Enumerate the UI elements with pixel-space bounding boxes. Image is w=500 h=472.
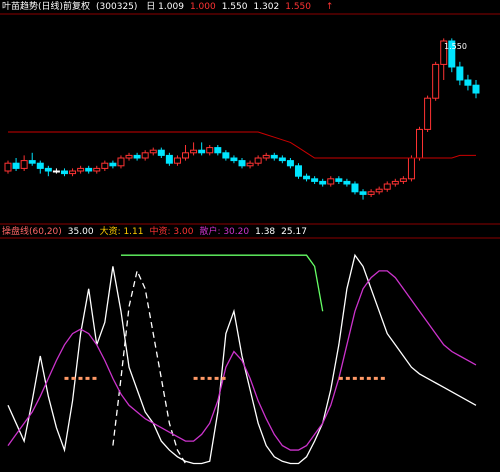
candle-body xyxy=(101,162,109,169)
candle-body xyxy=(12,162,20,169)
moving-average-line xyxy=(8,131,476,159)
candle-body xyxy=(416,128,424,159)
candle-body xyxy=(85,167,93,172)
candle-body xyxy=(254,157,262,164)
candle-body xyxy=(472,84,480,94)
candle-body xyxy=(238,160,246,167)
candle-body xyxy=(375,188,383,193)
candle-body xyxy=(190,149,198,154)
candle-body xyxy=(311,178,319,182)
candle-body xyxy=(52,170,60,173)
chart-window: 叶苗趋势(日线)前复权 (300325) 日 1.009 1.000 1.550 1.3… xyxy=(0,0,500,472)
candle-body xyxy=(198,149,206,154)
candle-body xyxy=(173,157,181,164)
candle-body xyxy=(4,162,12,172)
candle-body xyxy=(222,152,230,159)
candle-body xyxy=(69,170,77,175)
candle-body xyxy=(303,175,311,180)
candle-body xyxy=(286,160,294,167)
candle-body xyxy=(391,180,399,185)
candle-body xyxy=(149,149,157,154)
stock-chart: 1.550 xyxy=(0,13,500,465)
candle-body xyxy=(93,167,101,172)
candle-body xyxy=(28,160,36,164)
candle-body xyxy=(44,167,52,172)
candle-body xyxy=(351,183,359,193)
candle-body xyxy=(424,97,432,130)
candle-body xyxy=(327,178,335,185)
candle-body xyxy=(319,180,327,185)
candle-body xyxy=(20,160,28,169)
candle-body xyxy=(157,149,165,156)
candlestick-panel xyxy=(4,38,480,200)
white-series-line xyxy=(7,253,477,465)
candle-body xyxy=(456,66,464,81)
oscillator-panel xyxy=(7,253,477,465)
candle-body xyxy=(133,154,141,159)
candle-body xyxy=(165,154,173,164)
candle-body xyxy=(407,157,415,180)
price-high-label: 1.550 xyxy=(444,42,467,51)
candle-body xyxy=(270,154,278,159)
candle-body xyxy=(117,157,125,167)
green-series-line xyxy=(120,254,324,312)
candle-body xyxy=(214,147,222,154)
candle-body xyxy=(230,157,238,162)
candle-body xyxy=(294,165,302,177)
candle-body xyxy=(246,162,254,167)
candle-body xyxy=(359,191,367,195)
candle-body xyxy=(343,180,351,185)
candle-body xyxy=(77,167,85,172)
candle-body xyxy=(36,162,44,169)
candle-body xyxy=(278,157,286,162)
magenta-series-line xyxy=(7,270,477,451)
candle-body xyxy=(367,191,375,195)
candle-body xyxy=(141,152,149,159)
candle-body xyxy=(399,178,407,182)
candle-body xyxy=(125,154,133,159)
candle-body xyxy=(182,152,190,159)
candle-body xyxy=(383,183,391,190)
candle-body xyxy=(206,147,214,154)
candle-body xyxy=(464,79,472,86)
candle-body xyxy=(60,170,68,175)
candle-body xyxy=(335,178,343,182)
candle-body xyxy=(109,162,117,167)
candle-body xyxy=(432,63,440,99)
candle-body xyxy=(262,154,270,159)
